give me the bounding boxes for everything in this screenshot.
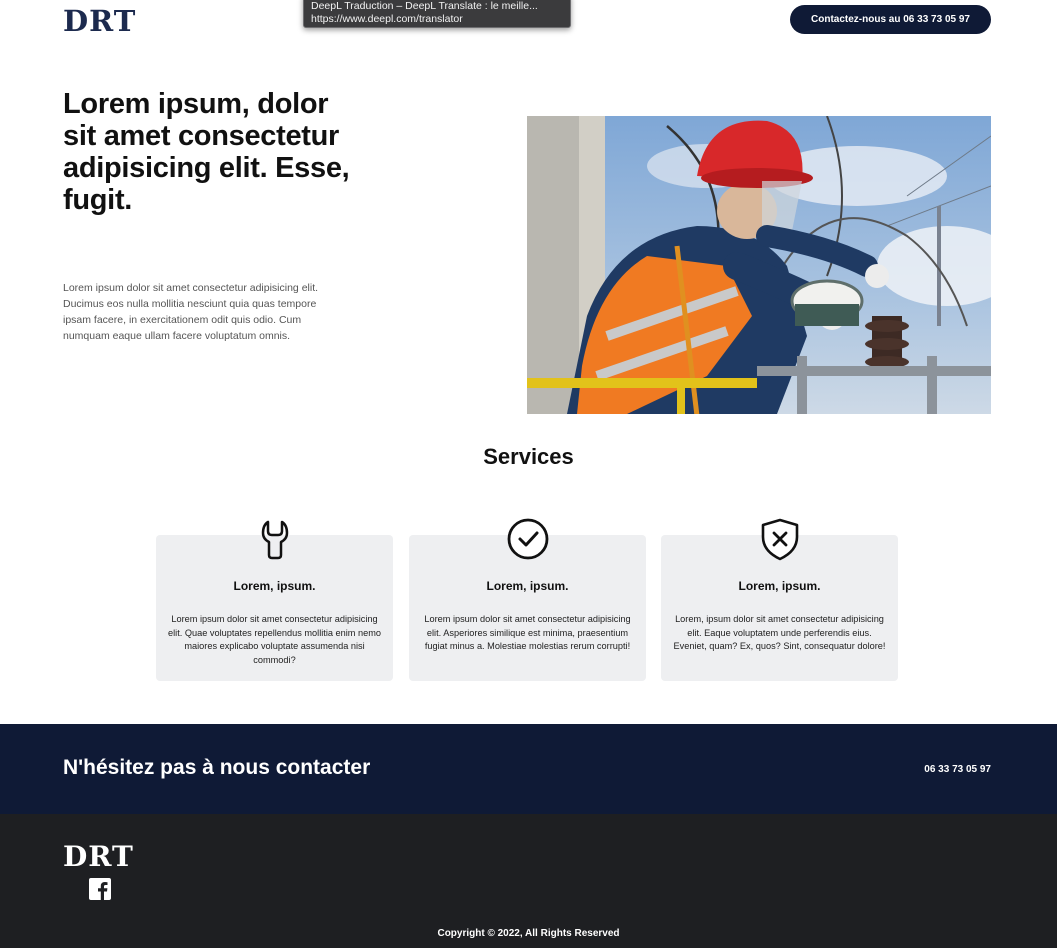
link-tooltip: DeepL Traduction – DeepL Translate : le … bbox=[303, 0, 571, 28]
phone-link[interactable]: 06 33 73 05 97 bbox=[924, 764, 991, 775]
card-text: Lorem ipsum dolor sit amet consectetur a… bbox=[424, 614, 631, 651]
contact-band: N'hésitez pas à nous contacter 06 33 73 … bbox=[0, 724, 1057, 814]
hero-text: Lorem ipsum dolor sit amet consectetur a… bbox=[63, 282, 319, 342]
service-card: Lorem, ipsum. Lorem ipsum dolor sit amet… bbox=[156, 520, 393, 681]
tooltip-url: https://www.deepl.com/translator bbox=[311, 13, 463, 25]
card-text: Lorem ipsum dolor sit amet consectetur a… bbox=[168, 614, 381, 665]
service-card: Lorem, ipsum. Lorem ipsum dolor sit amet… bbox=[409, 518, 646, 681]
wrench-icon bbox=[261, 520, 288, 560]
copyright: Copyright © 2022, All Rights Reserved bbox=[437, 928, 620, 939]
service-card: Lorem, ipsum. Lorem, ipsum dolor sit ame… bbox=[661, 518, 898, 681]
shield-x-icon bbox=[761, 518, 798, 561]
card-title: Lorem, ipsum. bbox=[233, 579, 316, 593]
tooltip-title: DeepL Traduction – DeepL Translate : le … bbox=[311, 0, 538, 12]
check-circle-icon bbox=[507, 518, 548, 560]
facebook-icon[interactable] bbox=[89, 878, 111, 900]
card-title: Lorem, ipsum. bbox=[486, 579, 569, 593]
services-title: Services bbox=[483, 444, 574, 469]
card-text: Lorem, ipsum dolor sit amet consectetur … bbox=[673, 614, 886, 651]
hero-title: Lorem ipsum, dolor sit amet consectetur … bbox=[63, 88, 350, 216]
footer: DRT Copyright © 2022, All Rights Reserve… bbox=[0, 814, 1057, 948]
footer-logo[interactable]: DRT bbox=[63, 840, 134, 873]
hero-image bbox=[527, 116, 991, 414]
contact-heading: N'hésitez pas à nous contacter bbox=[63, 756, 371, 779]
contact-button[interactable]: Contactez-nous au 06 33 73 05 97 bbox=[790, 5, 991, 34]
card-title: Lorem, ipsum. bbox=[738, 579, 821, 593]
logo[interactable]: DRT bbox=[63, 4, 136, 38]
